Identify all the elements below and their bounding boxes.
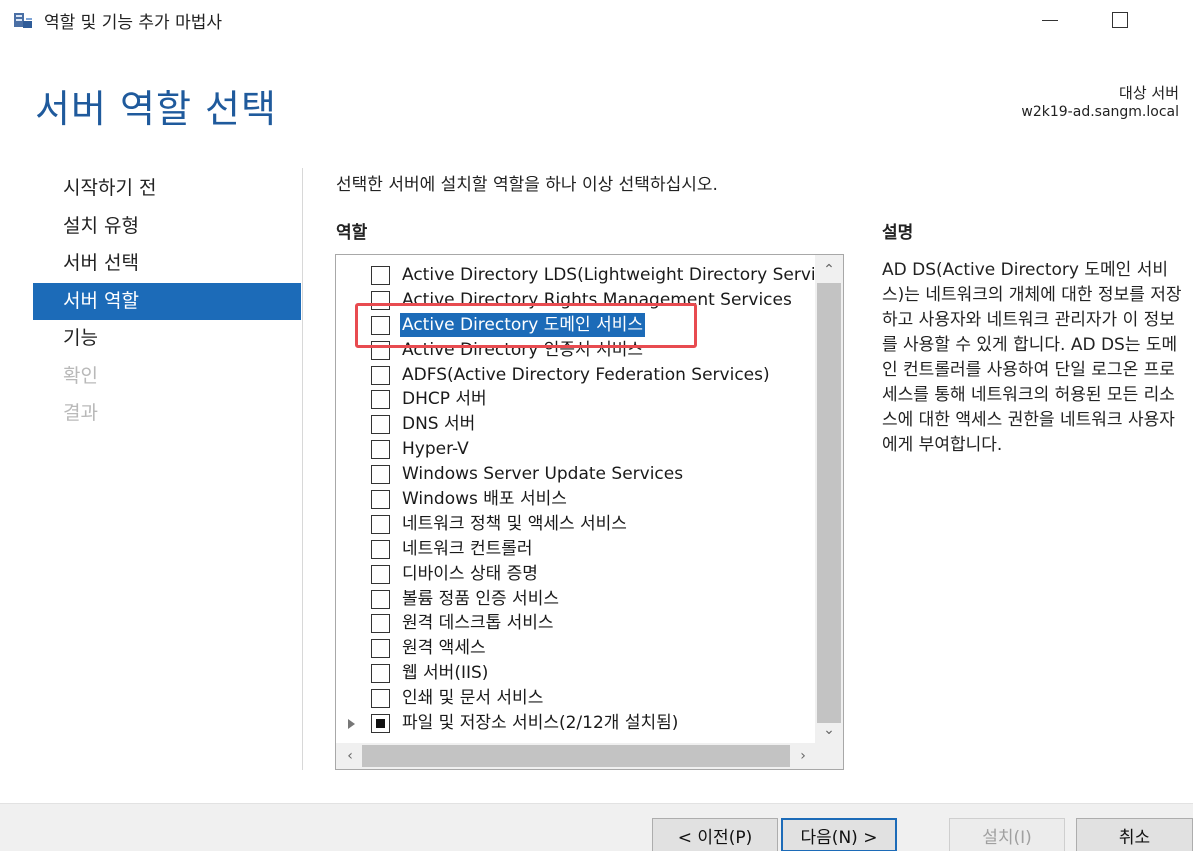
role-checkbox[interactable]: [371, 415, 390, 435]
role-item[interactable]: 볼륨 정품 인증 서비스: [336, 587, 816, 612]
role-item[interactable]: Hyper-V: [336, 437, 816, 462]
role-item[interactable]: ADFS(Active Directory Federation Service…: [336, 363, 816, 388]
role-label: Active Directory 도메인 서비스: [400, 312, 645, 337]
role-checkbox[interactable]: [371, 689, 390, 709]
horizontal-scroll-thumb[interactable]: [362, 745, 790, 767]
nav-item-server-roles[interactable]: 서버 역할: [33, 282, 301, 320]
role-checkbox[interactable]: [371, 589, 390, 609]
scroll-up-icon[interactable]: ⌃: [815, 259, 843, 281]
role-label: 네트워크 정책 및 액세스 서비스: [402, 513, 627, 534]
role-label: 원격 액세스: [402, 638, 486, 659]
target-server-label: 대상 서버: [1119, 84, 1179, 102]
description-heading: 설명: [882, 223, 914, 243]
expand-arrow-icon[interactable]: [348, 719, 355, 730]
role-label: Windows 배포 서비스: [402, 489, 567, 510]
role-label: Active Directory Rights Management Servi…: [402, 289, 792, 310]
previous-button[interactable]: < 이전(P): [652, 818, 778, 851]
role-checkbox[interactable]: [371, 514, 390, 534]
maximize-icon: [1112, 12, 1128, 28]
title-bar: 역할 및 기능 추가 마법사: [0, 0, 1193, 40]
role-label: 웹 서버(IIS): [402, 663, 489, 684]
role-label: Active Directory 인증서 서비스: [402, 339, 643, 360]
scroll-left-icon[interactable]: ‹: [338, 743, 362, 769]
role-item[interactable]: 네트워크 정책 및 액세스 서비스: [336, 512, 816, 537]
role-label: 인쇄 및 문서 서비스: [402, 688, 544, 709]
role-checkbox[interactable]: [371, 266, 390, 285]
role-checkbox-partial[interactable]: [371, 714, 390, 734]
role-checkbox[interactable]: [371, 290, 390, 310]
nav-item-installation-type[interactable]: 설치 유형: [33, 208, 301, 246]
next-button[interactable]: 다음(N) >: [781, 818, 897, 851]
role-item[interactable]: 원격 액세스: [336, 636, 816, 661]
vertical-scrollbar[interactable]: ⌃ ⌄: [815, 255, 843, 743]
role-label: 원격 데스크톱 서비스: [402, 613, 554, 634]
roles-heading: 역할: [336, 223, 368, 243]
nav-item-confirmation: 확인: [63, 364, 98, 387]
role-item[interactable]: Active Directory Rights Management Servi…: [336, 288, 816, 313]
role-label: ADFS(Active Directory Federation Service…: [402, 364, 770, 385]
role-description: AD DS(Active Directory 도메인 서비스)는 네트워크의 개…: [882, 260, 1182, 455]
role-label: 볼륨 정품 인증 서비스: [402, 588, 559, 609]
role-label: Hyper-V: [402, 439, 469, 460]
maximize-button[interactable]: [1100, 6, 1140, 34]
horizontal-scrollbar[interactable]: ‹ ›: [336, 743, 843, 769]
role-checkbox[interactable]: [371, 639, 390, 659]
role-checkbox[interactable]: [371, 490, 390, 510]
role-label: 디바이스 상태 증명: [402, 563, 538, 584]
role-checkbox[interactable]: [371, 664, 390, 684]
role-checkbox[interactable]: [371, 315, 390, 335]
scroll-right-icon[interactable]: ›: [791, 743, 815, 769]
server-manager-icon: [14, 13, 32, 28]
role-checkbox[interactable]: [371, 440, 390, 460]
role-label: 파일 및 저장소 서비스(2/12개 설치됨): [402, 713, 679, 734]
role-label: DHCP 서버: [402, 389, 487, 410]
instruction-text: 선택한 서버에 설치할 역할을 하나 이상 선택하십시오.: [336, 175, 718, 195]
role-checkbox[interactable]: [371, 365, 390, 385]
role-item[interactable]: DNS 서버: [336, 412, 816, 437]
page-title: 서버 역할 선택: [35, 87, 277, 131]
install-button: 설치(I): [949, 818, 1065, 851]
cancel-button[interactable]: 취소: [1076, 818, 1193, 851]
role-item[interactable]: Active Directory LDS(Lightweight Directo…: [336, 263, 816, 288]
role-item[interactable]: DHCP 서버: [336, 387, 816, 412]
wizard-nav: 시작하기 전 설치 유형 서버 선택 서버 역할 기능 확인 결과: [33, 170, 301, 433]
role-item[interactable]: 네트워크 컨트롤러: [336, 537, 816, 562]
nav-item-server-selection[interactable]: 서버 선택: [33, 245, 301, 283]
vertical-scroll-thumb[interactable]: [817, 283, 841, 723]
nav-item-before-you-begin[interactable]: 시작하기 전: [33, 170, 301, 208]
scroll-down-icon[interactable]: ⌄: [815, 719, 843, 741]
role-label: Active Directory LDS(Lightweight Directo…: [402, 265, 816, 285]
scroll-corner: [815, 743, 843, 769]
role-checkbox[interactable]: [371, 390, 390, 410]
nav-item-features[interactable]: 기능: [33, 320, 301, 358]
target-server-name: w2k19-ad.sangm.local: [1021, 104, 1179, 120]
role-checkbox[interactable]: [371, 564, 390, 584]
role-item[interactable]: 웹 서버(IIS): [336, 661, 816, 686]
minimize-button[interactable]: [1030, 6, 1070, 34]
role-item[interactable]: Active Directory 인증서 서비스: [336, 338, 816, 363]
role-item[interactable]: 파일 및 저장소 서비스(2/12개 설치됨): [336, 711, 816, 736]
role-label: 네트워크 컨트롤러: [402, 538, 533, 559]
role-label: DNS 서버: [402, 414, 476, 435]
roles-list[interactable]: Active Directory LDS(Lightweight Directo…: [335, 254, 844, 770]
role-item[interactable]: 인쇄 및 문서 서비스: [336, 686, 816, 711]
nav-item-results: 결과: [63, 402, 98, 424]
window-title: 역할 및 기능 추가 마법사: [44, 13, 223, 33]
role-label: Windows Server Update Services: [402, 464, 684, 485]
role-item[interactable]: Windows 배포 서비스: [336, 487, 816, 512]
nav-divider: [302, 168, 303, 770]
role-item[interactable]: 원격 데스크톱 서비스: [336, 611, 816, 636]
roles-list-content: Active Directory LDS(Lightweight Directo…: [336, 263, 816, 747]
role-checkbox[interactable]: [371, 340, 390, 360]
role-checkbox[interactable]: [371, 539, 390, 559]
role-item-selected[interactable]: Active Directory 도메인 서비스: [336, 312, 816, 338]
minimize-icon: [1042, 19, 1058, 21]
role-checkbox[interactable]: [371, 614, 390, 634]
role-item[interactable]: Windows Server Update Services: [336, 462, 816, 487]
role-item[interactable]: 디바이스 상태 증명: [336, 562, 816, 587]
role-checkbox[interactable]: [371, 465, 390, 485]
